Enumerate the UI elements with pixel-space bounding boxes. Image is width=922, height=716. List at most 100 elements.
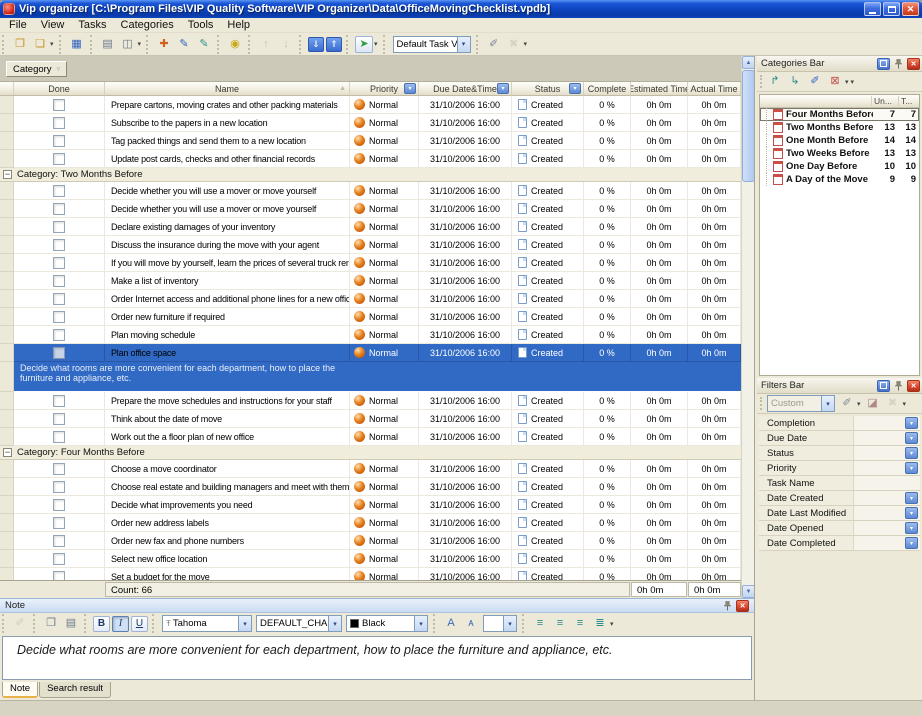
tab-note[interactable]: Note [2,682,38,698]
task-row[interactable]: Prepare the move schedules and instructi… [0,392,741,410]
status-filter-dropdown-icon[interactable]: ▾ [569,83,581,94]
category-item[interactable]: Two Months Before1313 [760,121,919,134]
expand-all-icon[interactable]: ⇓ [308,37,324,52]
task-row[interactable]: If you will move by yourself, learn the … [0,254,741,272]
note-editor[interactable]: Decide what rooms are more convenient fo… [2,636,752,680]
category-item[interactable]: A Day of the Move99 [760,173,919,186]
close-button[interactable]: ✕ [902,2,919,16]
print-icon[interactable]: ▤ [99,36,117,53]
done-checkbox[interactable] [53,221,65,233]
clear-search-icon[interactable]: ✖ [505,36,523,53]
done-checkbox[interactable] [53,481,65,493]
filter-dropdown-icon[interactable]: ▾ [905,522,918,534]
group-by-category-button[interactable]: Category ▿ [6,61,67,77]
menu-help[interactable]: Help [220,19,257,31]
task-row[interactable]: Plan moving scheduleNormal31/10/2006 16:… [0,326,741,344]
insert-hyperlink-icon[interactable]: ✐ [11,615,29,632]
new-database-icon[interactable]: ❐ [11,36,29,53]
grow-font-icon[interactable]: A [442,615,460,632]
pin-icon[interactable] [892,380,905,392]
bullet-list-icon[interactable]: ≣ [591,615,609,632]
task-note-preview-row[interactable]: Decide what rooms are more convenient fo… [0,362,741,392]
menu-view[interactable]: View [34,19,72,31]
bold-button[interactable]: B [93,616,110,632]
column-header-estimated-time[interactable]: Estimated Time [631,82,688,96]
italic-button[interactable]: I [112,616,129,632]
font-size-combo[interactable]: ▾ [483,615,517,632]
clear-filter-icon[interactable]: ◪ [864,395,882,412]
align-center-icon[interactable]: ≡ [551,615,569,632]
task-row[interactable]: Prepare cartons, moving crates and other… [0,96,741,114]
task-row[interactable]: Think about the date of moveNormal31/10/… [0,410,741,428]
menu-tasks[interactable]: Tasks [71,19,113,31]
task-row[interactable]: Update post cards, checks and other fina… [0,150,741,168]
tab-search-result[interactable]: Search result [39,682,111,698]
font-color-combo[interactable]: Black▾ [346,615,428,632]
task-row[interactable]: Decide whether you will use a mover or m… [0,200,741,218]
done-checkbox[interactable] [53,275,65,287]
collapse-all-icon[interactable]: ⇑ [326,37,342,52]
column-header-due-date[interactable]: Due Date&Time▾ [419,82,512,96]
done-checkbox[interactable] [53,517,65,529]
delete-category-icon-dropdown[interactable]: ▾ [845,78,849,86]
move-up-icon[interactable]: ↑ [257,36,275,53]
filter-dropdown-icon[interactable]: ▾ [905,432,918,444]
done-checkbox[interactable] [53,571,65,581]
done-checkbox[interactable] [53,135,65,147]
column-header-name[interactable]: Name▲ [105,82,350,96]
done-checkbox[interactable] [53,153,65,165]
filter-dropdown-icon[interactable]: ▾ [905,492,918,504]
export-note-icon[interactable]: ❐ [42,615,60,632]
filter-value-area[interactable] [854,476,920,490]
find-task-icon[interactable]: ✐ [485,36,503,53]
filter-dropdown-icon[interactable]: ▾ [905,417,918,429]
uncompleted-column-header[interactable]: Un... [871,96,898,106]
task-row[interactable]: Plan office spaceNormal31/10/2006 16:00C… [0,344,741,362]
close-icon[interactable]: ✕ [736,600,749,612]
panel-splitter[interactable] [754,56,755,700]
pin-icon[interactable] [892,58,905,70]
category-group-row[interactable]: Category: Two Months Before [0,168,741,182]
edit-category-icon[interactable]: ✐ [806,73,824,90]
font-combo[interactable]: ŦTahoma▾ [162,615,252,632]
done-checkbox[interactable] [53,413,65,425]
done-checkbox[interactable] [53,203,65,215]
edit-task-icon[interactable]: ✎ [175,36,193,53]
task-row[interactable]: Decide whether you will use a mover or m… [0,182,741,200]
category-item[interactable]: Four Months Before77 [760,108,919,121]
done-checkbox[interactable] [53,293,65,305]
done-checkbox[interactable] [53,99,65,111]
align-left-icon[interactable]: ≡ [531,615,549,632]
pin-icon[interactable] [721,600,734,612]
filter-preset-combo-arrow-icon[interactable]: ▾ [821,396,834,411]
minimize-button[interactable] [864,2,881,16]
shrink-font-icon[interactable]: ᴀ [462,615,480,632]
task-row[interactable]: Make a list of inventoryNormal31/10/2006… [0,272,741,290]
task-row[interactable]: Order Internet access and additional pho… [0,290,741,308]
filter-dropdown-icon[interactable]: ▾ [905,462,918,474]
task-row[interactable]: Discuss the insurance during the move wi… [0,236,741,254]
task-row[interactable]: Tag packed things and send them to a new… [0,132,741,150]
font-combo-arrow-icon[interactable]: ▾ [238,616,251,631]
menu-file[interactable]: File [2,19,34,31]
task-row[interactable]: Select new office locationNormal31/10/20… [0,550,741,568]
task-row[interactable]: Choose a move coordinatorNormal31/10/200… [0,460,741,478]
close-icon[interactable]: ✕ [907,58,920,70]
go-to-category-icon[interactable]: ➤ [355,36,373,53]
category-item[interactable]: One Day Before1010 [760,160,919,173]
clone-task-icon[interactable]: ✎ [195,36,213,53]
filter-dropdown-icon[interactable]: ▾ [905,507,918,519]
apply-filter-icon-dropdown[interactable]: ▾ [857,400,861,408]
done-checkbox[interactable] [53,431,65,443]
clear-search-icon-dropdown[interactable]: ▾ [524,40,528,48]
done-checkbox[interactable] [53,463,65,475]
task-row[interactable]: Declare existing damages of your invento… [0,218,741,236]
restore-button[interactable] [883,2,900,16]
task-row[interactable]: Choose real estate and building managers… [0,478,741,496]
collapse-group-icon[interactable] [3,448,12,457]
task-row[interactable]: Subscribe to the papers in a new locatio… [0,114,741,132]
done-checkbox[interactable] [53,185,65,197]
delete-category-icon[interactable]: ⊠ [826,73,844,90]
font-size-combo-arrow-icon[interactable]: ▾ [503,616,516,631]
category-item[interactable]: Two Weeks Before1313 [760,147,919,160]
